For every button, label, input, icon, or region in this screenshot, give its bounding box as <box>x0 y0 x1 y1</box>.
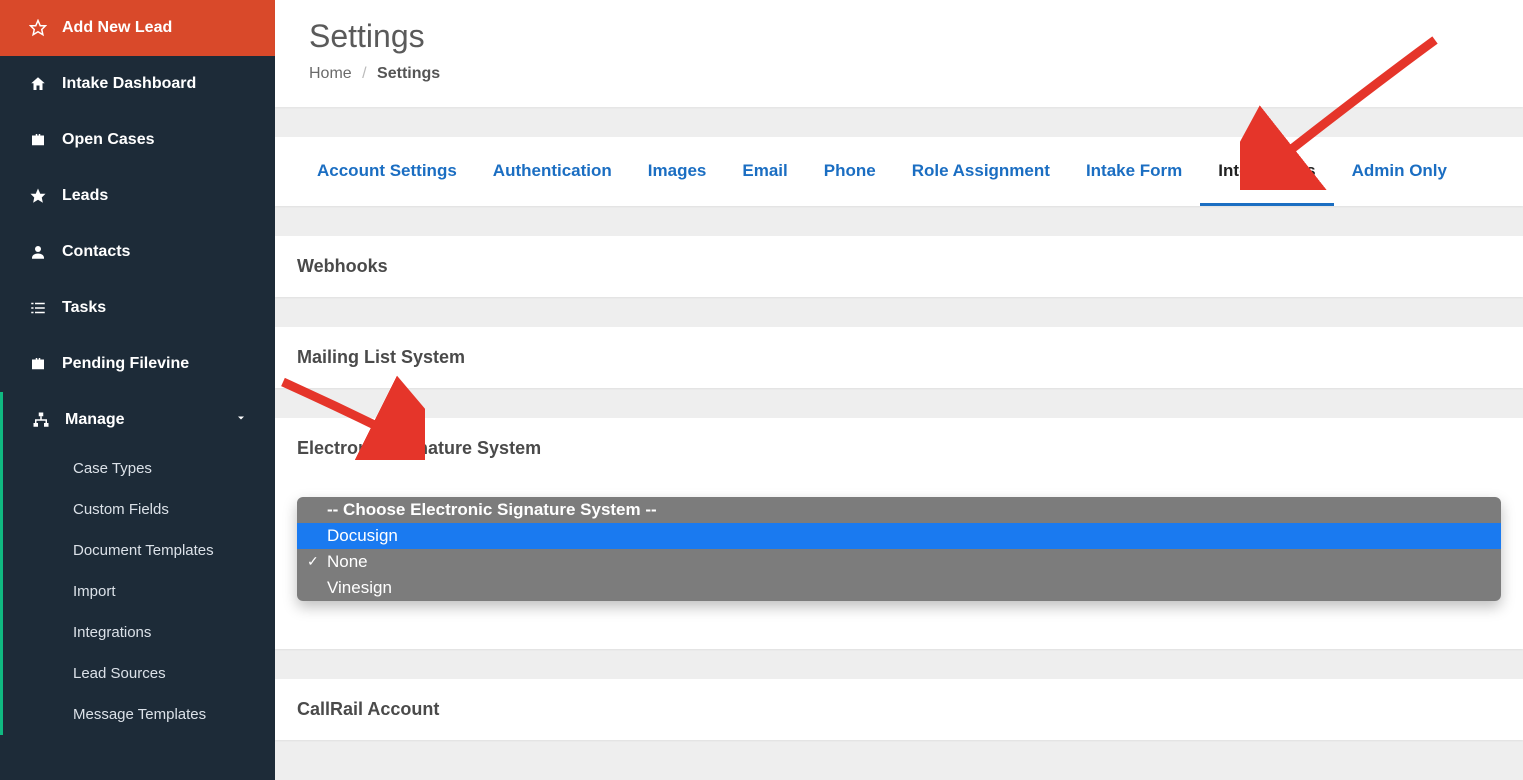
sidebar-item-manage[interactable]: Manage <box>0 392 275 448</box>
sidebar-manage-submenu: Case Types Custom Fields Document Templa… <box>0 448 275 735</box>
esig-option-none[interactable]: ✓ None <box>297 549 1501 575</box>
sidebar-item-contacts[interactable]: Contacts <box>0 224 275 280</box>
tab-integrations[interactable]: Integrations <box>1200 137 1333 206</box>
sidebar-sub-custom-fields[interactable]: Custom Fields <box>31 489 275 530</box>
sidebar-sub-import[interactable]: Import <box>31 571 275 612</box>
star-outline-icon <box>28 18 48 38</box>
webhooks-title: Webhooks <box>297 256 1501 277</box>
sidebar-item-open-cases[interactable]: Open Cases <box>0 112 275 168</box>
sidebar-sub-document-templates[interactable]: Document Templates <box>31 530 275 571</box>
sidebar-primary-label: Add New Lead <box>62 19 172 37</box>
home-icon <box>28 74 48 94</box>
esig-option-none-label: None <box>327 552 368 571</box>
sidebar-item-pending-filevine[interactable]: Pending Filevine <box>0 336 275 392</box>
settings-tabs: Account Settings Authentication Images E… <box>275 137 1523 206</box>
tab-admin-only[interactable]: Admin Only <box>1334 137 1465 206</box>
sidebar: Add New Lead Intake Dashboard Open Cases… <box>0 0 275 780</box>
page-header: Settings Home / Settings <box>275 0 1523 107</box>
sidebar-item-label: Leads <box>62 187 108 205</box>
esig-panel: Electronic Signature System -- Choose El… <box>275 418 1523 649</box>
breadcrumb-sep: / <box>362 65 366 82</box>
sidebar-sub-case-types[interactable]: Case Types <box>31 448 275 489</box>
esig-dropdown[interactable]: -- Choose Electronic Signature System --… <box>297 497 1501 601</box>
mailing-panel[interactable]: Mailing List System <box>275 327 1523 388</box>
mailing-title: Mailing List System <box>297 347 1501 368</box>
esig-option-docusign[interactable]: Docusign <box>297 523 1501 549</box>
sidebar-item-label: Open Cases <box>62 131 154 149</box>
sitemap-icon <box>31 410 51 430</box>
sidebar-item-label: Manage <box>65 411 125 429</box>
briefcase-icon <box>28 130 48 150</box>
tab-images[interactable]: Images <box>630 137 725 206</box>
esig-dropdown-placeholder[interactable]: -- Choose Electronic Signature System -- <box>297 497 1501 523</box>
tab-account-settings[interactable]: Account Settings <box>299 137 475 206</box>
sidebar-item-label: Tasks <box>62 299 106 317</box>
check-icon: ✓ <box>307 553 319 570</box>
sidebar-item-label: Intake Dashboard <box>62 75 196 93</box>
add-new-lead-button[interactable]: Add New Lead <box>0 0 275 56</box>
sidebar-sub-lead-sources[interactable]: Lead Sources <box>31 653 275 694</box>
tab-phone[interactable]: Phone <box>806 137 894 206</box>
sidebar-item-leads[interactable]: Leads <box>0 168 275 224</box>
webhooks-panel[interactable]: Webhooks <box>275 236 1523 297</box>
tab-email[interactable]: Email <box>724 137 805 206</box>
sidebar-item-label: Pending Filevine <box>62 355 189 373</box>
esig-title: Electronic Signature System <box>297 438 1501 459</box>
breadcrumb: Home / Settings <box>309 65 1489 83</box>
main-content: Settings Home / Settings Account Setting… <box>275 0 1523 780</box>
breadcrumb-home[interactable]: Home <box>309 65 352 82</box>
tab-role-assignment[interactable]: Role Assignment <box>894 137 1068 206</box>
chevron-down-icon <box>235 411 247 429</box>
sidebar-item-intake-dashboard[interactable]: Intake Dashboard <box>0 56 275 112</box>
page-title: Settings <box>309 18 1489 55</box>
callrail-title: CallRail Account <box>297 699 1501 720</box>
sidebar-item-label: Contacts <box>62 243 130 261</box>
briefcase-icon <box>28 354 48 374</box>
user-icon <box>28 242 48 262</box>
star-icon <box>28 186 48 206</box>
callrail-panel[interactable]: CallRail Account <box>275 679 1523 740</box>
esig-option-vinesign[interactable]: Vinesign <box>297 575 1501 601</box>
sidebar-item-tasks[interactable]: Tasks <box>0 280 275 336</box>
sidebar-sub-message-templates[interactable]: Message Templates <box>31 694 275 735</box>
breadcrumb-current: Settings <box>377 65 440 82</box>
tab-intake-form[interactable]: Intake Form <box>1068 137 1200 206</box>
list-icon <box>28 298 48 318</box>
sidebar-sub-integrations[interactable]: Integrations <box>31 612 275 653</box>
tab-authentication[interactable]: Authentication <box>475 137 630 206</box>
